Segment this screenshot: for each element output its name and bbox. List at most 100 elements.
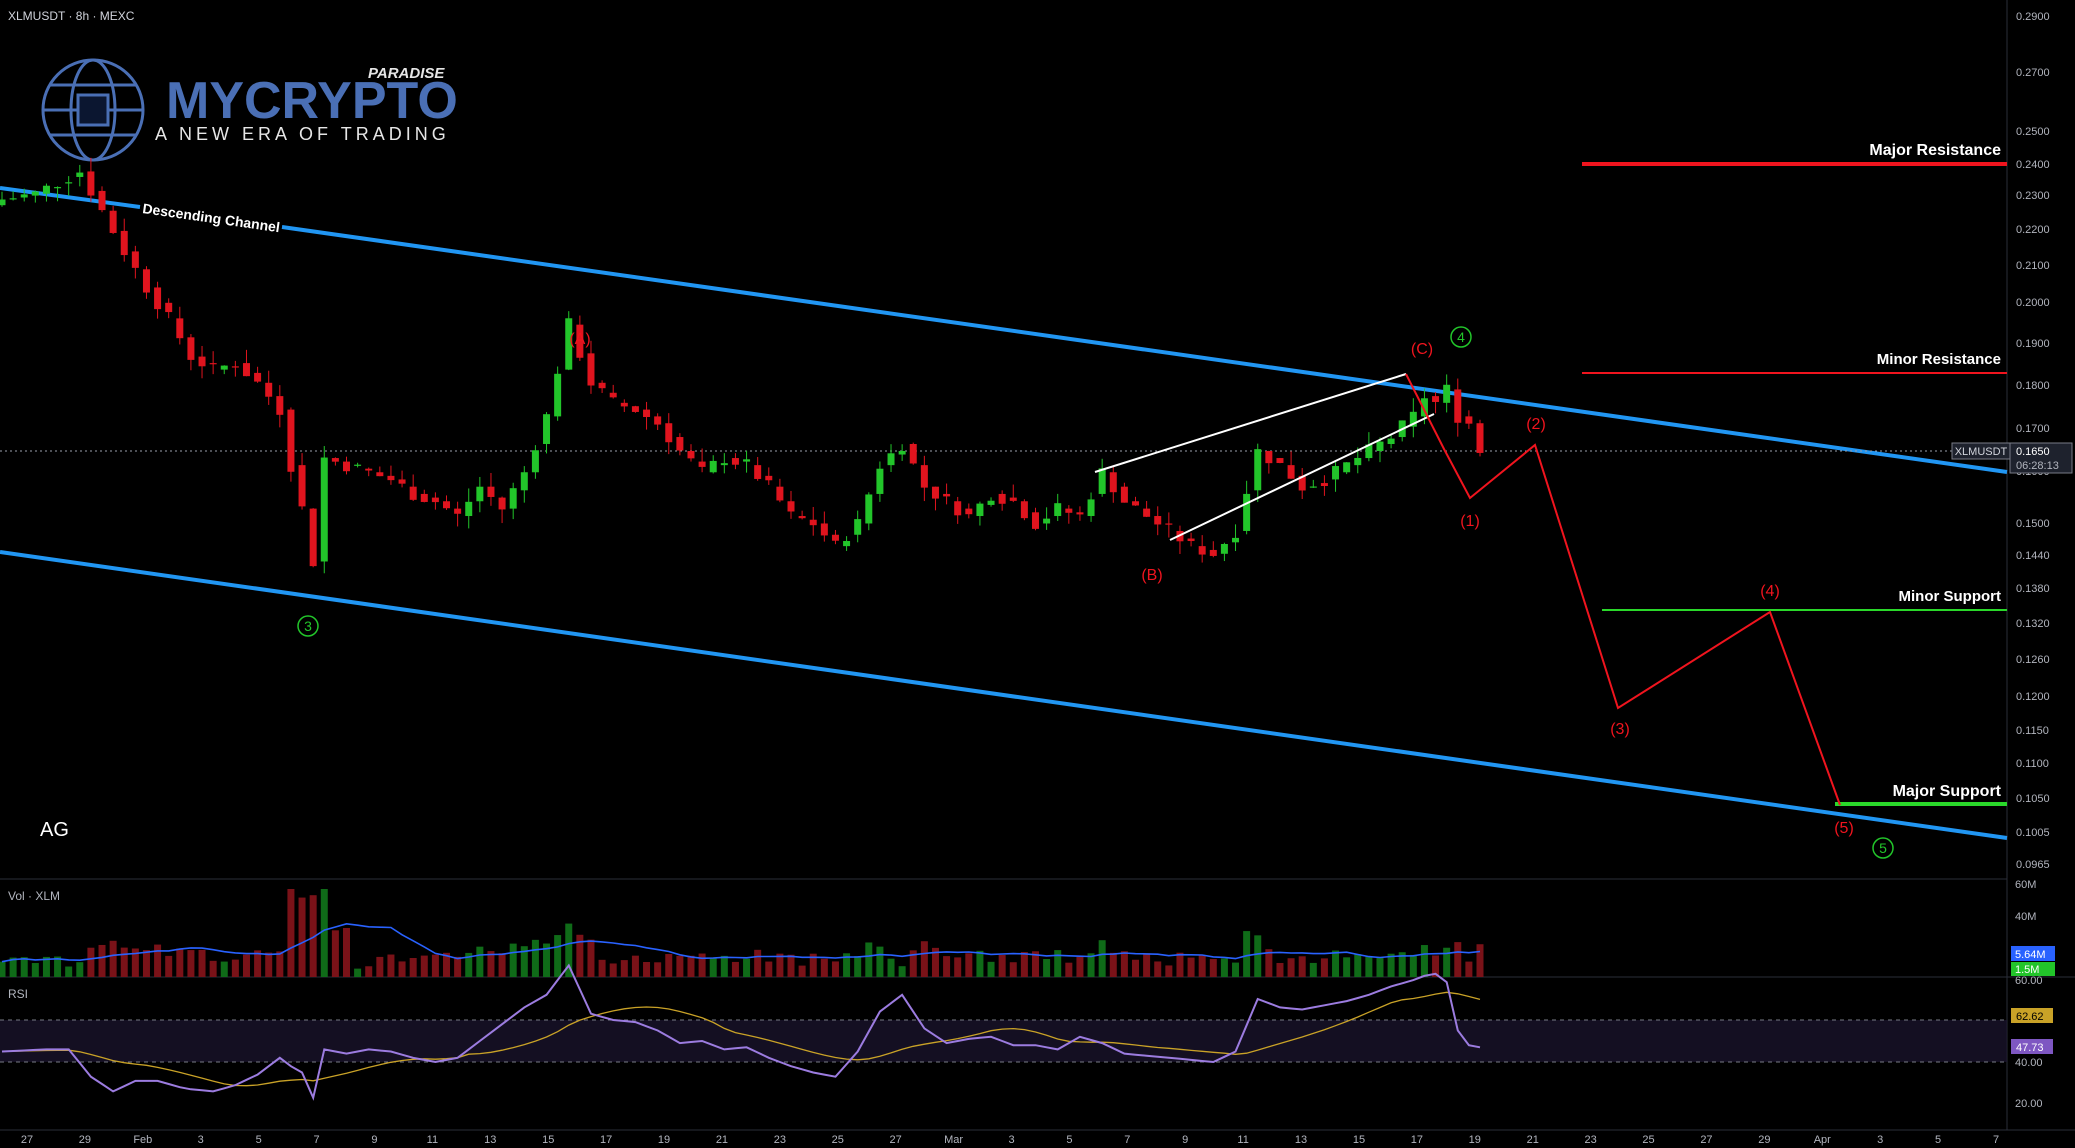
- volume-bar: [498, 953, 506, 977]
- candle-body: [1332, 466, 1340, 480]
- volume-bar: [376, 956, 384, 977]
- candle-body: [54, 187, 62, 189]
- candle-body: [1154, 516, 1162, 525]
- time-tick: 21: [1527, 1134, 1539, 1146]
- candle-body: [720, 463, 728, 466]
- volume-bar: [1143, 953, 1151, 977]
- volume-bar: [509, 943, 517, 977]
- time-tick: 7: [1993, 1134, 1999, 1146]
- time-tick: Feb: [133, 1134, 152, 1146]
- candle-body: [31, 191, 39, 196]
- candle-body: [931, 486, 939, 499]
- price-tick: 0.1500: [2016, 518, 2050, 530]
- rsi-value: 47.73: [2016, 1042, 2044, 1054]
- wave-label-5: (5): [1834, 820, 1854, 837]
- candle-body: [1109, 472, 1117, 493]
- price-tick: 0.1005: [2016, 827, 2050, 839]
- author-tag: AG: [40, 819, 69, 841]
- candle-body: [1443, 384, 1451, 403]
- volume-bar: [342, 928, 350, 977]
- time-tick: 13: [1295, 1134, 1307, 1146]
- candle-body: [765, 475, 773, 481]
- candle-body: [1432, 396, 1440, 402]
- time-tick: 27: [21, 1134, 33, 1146]
- volume-bar: [609, 963, 617, 977]
- volume-bar: [709, 957, 717, 977]
- time-tick: 3: [1877, 1134, 1883, 1146]
- candle-body: [331, 458, 339, 462]
- candle-body: [587, 353, 595, 386]
- volume-bar: [1176, 952, 1184, 977]
- volume-bar: [265, 952, 273, 977]
- time-tick: 23: [1584, 1134, 1596, 1146]
- wave-label-B: (B): [1141, 567, 1162, 584]
- volume-bar: [720, 955, 728, 977]
- wave-circle-4-label: 4: [1457, 329, 1465, 345]
- volume-bar: [1287, 958, 1295, 977]
- price-tick: 0.1100: [2016, 758, 2049, 770]
- volume-bar: [965, 953, 973, 977]
- volume-bar: [87, 947, 95, 977]
- volume-axis-40m: 40M: [2015, 911, 2036, 923]
- candle-body: [598, 382, 606, 389]
- candle-body: [42, 185, 50, 194]
- candle-body: [687, 451, 695, 459]
- candle-body: [387, 475, 395, 481]
- time-tick: 15: [1353, 1134, 1365, 1146]
- candle-body: [487, 486, 495, 497]
- volume-bar: [820, 958, 828, 977]
- candle-body: [398, 479, 406, 484]
- volume-bar: [1198, 955, 1206, 977]
- volume-bar: [687, 955, 695, 977]
- time-tick: 27: [1700, 1134, 1712, 1146]
- candle-body: [20, 194, 28, 198]
- price-tick: 0.1800: [2016, 380, 2050, 392]
- volume-bar: [287, 889, 295, 977]
- candle-body: [843, 541, 851, 547]
- candle-body: [643, 409, 651, 418]
- volume-bar: [1443, 947, 1451, 977]
- candle-body: [1198, 546, 1206, 555]
- candle-body: [609, 392, 617, 398]
- time-tick: 29: [79, 1134, 91, 1146]
- volume-bar: [1043, 959, 1051, 977]
- candle-body: [9, 198, 17, 200]
- volume-bar: [898, 966, 906, 977]
- volume-bar: [409, 958, 417, 977]
- candle-body: [998, 493, 1006, 504]
- candle-body: [1265, 451, 1273, 464]
- candle-body: [1220, 543, 1228, 554]
- candle-body: [498, 497, 506, 510]
- candle-body: [220, 365, 228, 370]
- volume-bar: [20, 957, 28, 977]
- wave-label-2: (2): [1526, 416, 1546, 433]
- candle-body: [1465, 416, 1473, 424]
- candle-body: [820, 523, 828, 536]
- candle-body: [176, 318, 184, 339]
- price-chart[interactable]: XLMUSDT · 8h · MEXC MYCRYPTO PARADISE A …: [0, 0, 2075, 1148]
- volume-bar: [76, 962, 84, 977]
- time-tick: 19: [1469, 1134, 1481, 1146]
- volume-bar: [476, 946, 484, 977]
- time-tick: 13: [484, 1134, 496, 1146]
- volume-bar: [1076, 956, 1084, 977]
- candle-body: [476, 486, 484, 502]
- volume-bar: [1254, 935, 1262, 977]
- volume-bar: [598, 959, 606, 977]
- volume-bar: [276, 951, 284, 977]
- wave-circle-3-label: 3: [304, 618, 312, 634]
- candle-body: [1076, 512, 1084, 515]
- volume-bar: [298, 897, 306, 977]
- candle-body: [654, 416, 662, 425]
- candle-body: [142, 269, 150, 293]
- symbol-tag-text: XLMUSDT: [1955, 446, 2008, 458]
- volume-bar: [1098, 940, 1106, 977]
- time-tick: 3: [1008, 1134, 1014, 1146]
- time-tick: 9: [371, 1134, 377, 1146]
- candle-body: [1009, 497, 1017, 501]
- major-resistance-label: Major Resistance: [1869, 142, 2001, 159]
- candle-body: [1165, 523, 1173, 525]
- candle-body: [520, 472, 528, 491]
- volume-axis-60m: 60M: [2015, 879, 2036, 891]
- price-tick: 0.2400: [2016, 159, 2050, 171]
